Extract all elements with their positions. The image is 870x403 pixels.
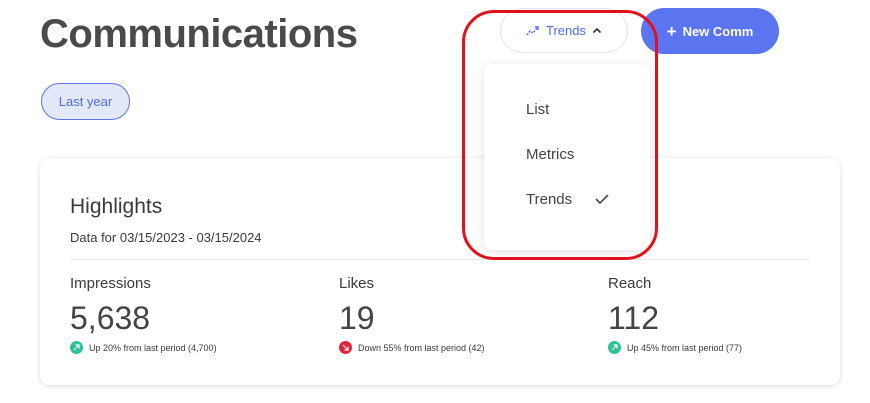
chevron-up-icon xyxy=(592,27,602,34)
highlights-card: Highlights Data for 03/15/2023 - 03/15/2… xyxy=(40,158,840,385)
trend-line-icon xyxy=(526,25,540,37)
metric-label: Likes xyxy=(339,275,375,292)
metric-change: Up 45% from last period (77) xyxy=(608,341,742,354)
divider xyxy=(70,259,810,260)
page-title: Communications xyxy=(40,12,358,56)
highlights-date-range: Data for 03/15/2023 - 03/15/2024 xyxy=(70,230,262,245)
metric-change: Up 20% from last period (4,700) xyxy=(70,341,217,354)
view-menu-item-list[interactable]: List xyxy=(526,101,549,118)
plus-icon: + xyxy=(666,21,677,41)
new-comm-label: New Comm xyxy=(682,23,754,39)
view-menu-item-trends[interactable]: Trends xyxy=(526,191,572,208)
view-menu: List Metrics Trends xyxy=(484,64,650,250)
date-range-filter[interactable]: Last year xyxy=(41,83,130,120)
highlights-title: Highlights xyxy=(70,195,163,218)
metric-likes: Likes 19 Down 55% from last period (42) xyxy=(339,275,485,354)
trend-up-icon xyxy=(70,341,83,354)
metric-change-text: Up 45% from last period (77) xyxy=(627,342,743,353)
view-toggle-button[interactable]: Trends xyxy=(500,8,628,53)
trend-up-icon xyxy=(608,341,621,354)
metric-label: Impressions xyxy=(70,275,151,292)
metric-label: Reach xyxy=(608,275,652,292)
metric-change-text: Up 20% from last period (4,700) xyxy=(89,342,217,353)
metric-value: 19 xyxy=(339,300,375,336)
new-comm-button[interactable]: + New Comm xyxy=(641,8,779,54)
metric-reach: Reach 112 Up 45% from last period (77) xyxy=(608,275,742,354)
metric-value: 5,638 xyxy=(70,300,151,336)
view-menu-item-metrics[interactable]: Metrics xyxy=(526,146,574,163)
view-toggle-label: Trends xyxy=(546,23,586,38)
checkmark-icon xyxy=(594,192,610,210)
trend-down-icon xyxy=(339,341,352,354)
metric-change: Down 55% from last period (42) xyxy=(339,341,485,354)
metric-value: 112 xyxy=(608,300,660,336)
metric-impressions: Impressions 5,638 Up 20% from last perio… xyxy=(70,275,217,354)
metric-change-text: Down 55% from last period (42) xyxy=(358,342,485,353)
date-range-label: Last year xyxy=(58,94,113,109)
